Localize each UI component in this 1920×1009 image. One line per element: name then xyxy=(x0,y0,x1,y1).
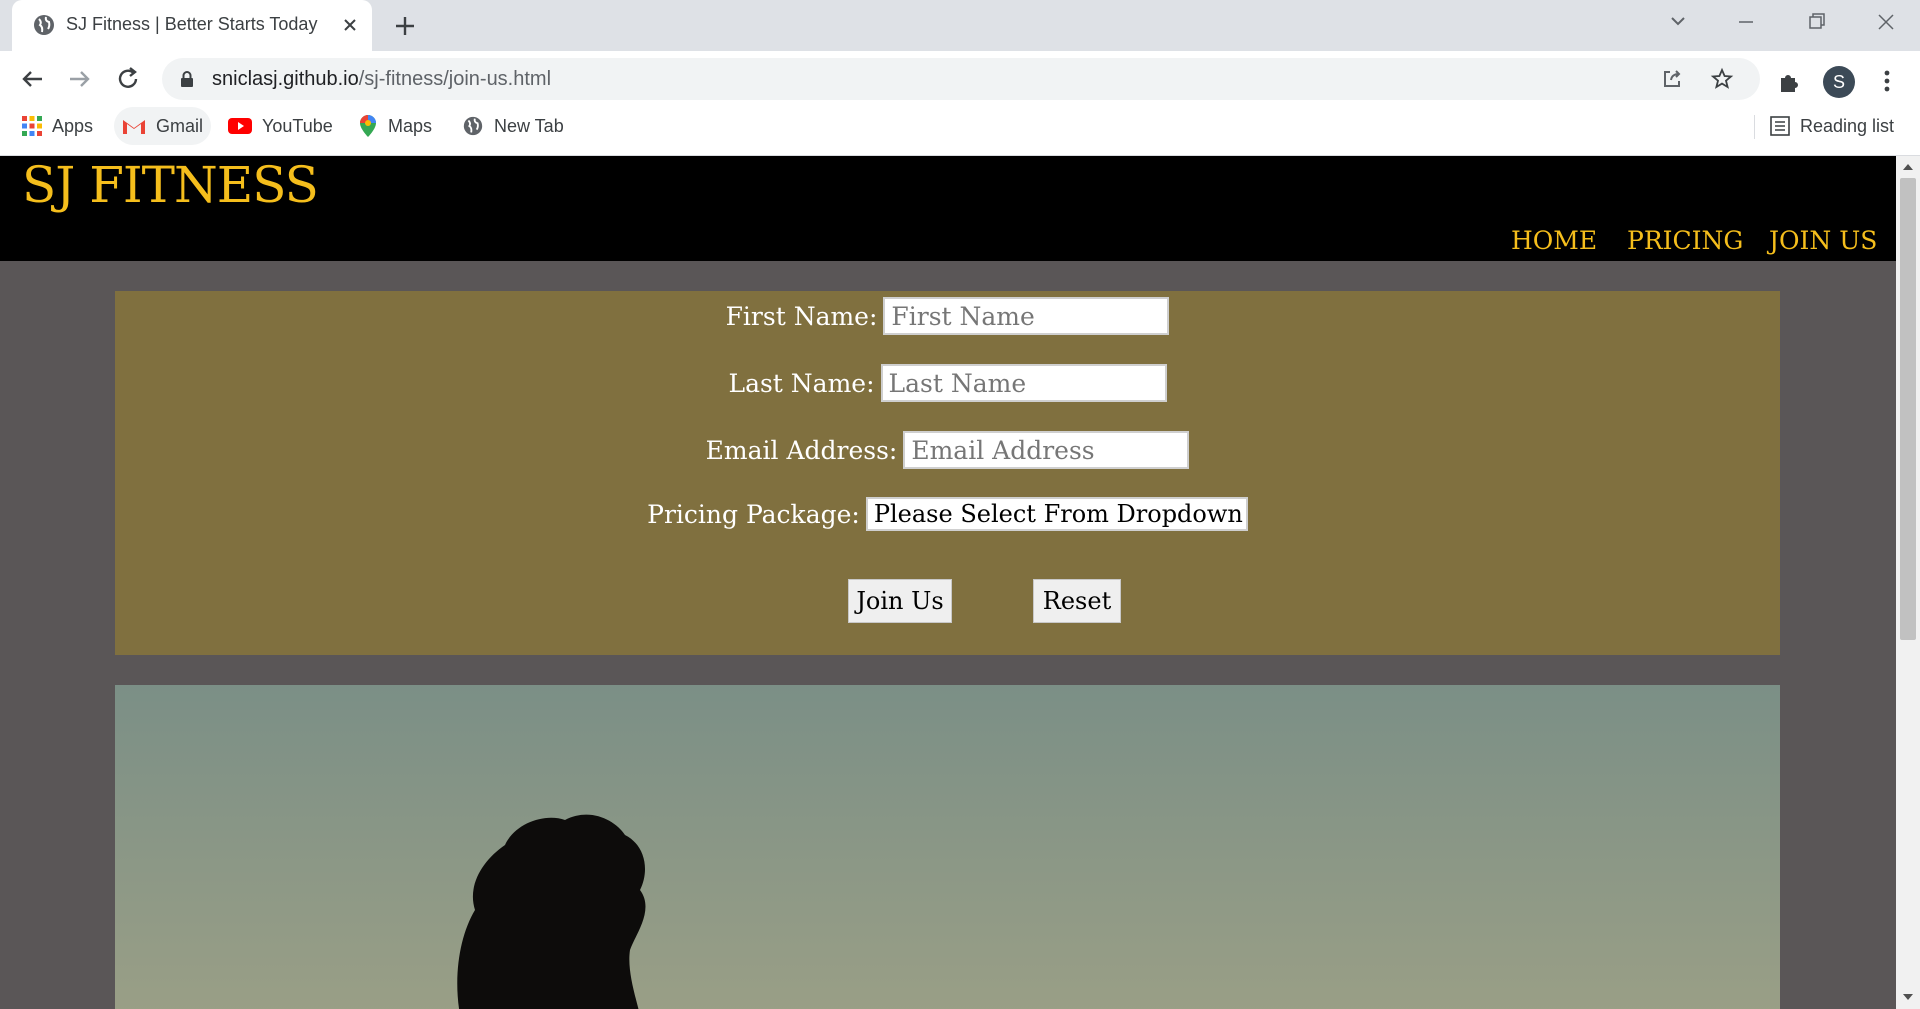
scroll-down-icon[interactable] xyxy=(1902,992,1914,1002)
menu-kebab-icon[interactable] xyxy=(1874,67,1900,95)
hero-image xyxy=(115,685,1780,1009)
bookmark-label: Apps xyxy=(52,115,94,136)
browser-tab[interactable]: SJ Fitness | Better Starts Today xyxy=(12,0,372,51)
bookmark-label: YouTube xyxy=(262,115,333,136)
last-name-row: Last Name: xyxy=(115,364,1780,402)
bookmark-label: Gmail xyxy=(156,115,204,136)
tab-strip: SJ Fitness | Better Starts Today xyxy=(0,0,1920,51)
package-selected-value: Please Select From Dropdown xyxy=(873,500,1243,528)
globe-icon xyxy=(34,15,54,35)
package-row: Pricing Package: Please Select From Drop… xyxy=(115,497,1780,531)
last-name-input[interactable] xyxy=(880,364,1167,402)
maps-pin-icon xyxy=(360,115,376,137)
bookmark-maps[interactable]: Maps xyxy=(358,107,432,145)
bookmarks-bar: Apps Gmail YouTube Maps New Tab Reading … xyxy=(0,107,1920,149)
minimize-icon[interactable] xyxy=(1728,8,1764,36)
site-header: SJ FITNESS HOME PRICING JOIN US xyxy=(0,156,1896,261)
bookmarks-separator xyxy=(1754,115,1755,139)
address-bar[interactable]: sniclasj.github.io/sj-fitness/join-us.ht… xyxy=(162,58,1760,100)
bookmark-gmail[interactable]: Gmail xyxy=(114,107,212,145)
nav-join-us[interactable]: JOIN US xyxy=(1769,226,1877,255)
site-logo[interactable]: SJ FITNESS xyxy=(22,156,319,214)
new-tab-icon[interactable] xyxy=(390,11,420,41)
nav-home[interactable]: HOME xyxy=(1511,226,1597,255)
close-tab-icon[interactable] xyxy=(337,12,363,38)
first-name-input[interactable] xyxy=(883,297,1170,335)
scroll-thumb[interactable] xyxy=(1900,178,1916,640)
scroll-up-icon[interactable] xyxy=(1902,162,1914,172)
bookmark-label: New Tab xyxy=(494,115,564,136)
browser-toolbar: sniclasj.github.io/sj-fitness/join-us.ht… xyxy=(0,51,1920,156)
tab-search-icon[interactable] xyxy=(1660,8,1696,36)
reading-list-icon xyxy=(1770,116,1790,136)
reset-button[interactable]: Reset xyxy=(1033,579,1121,623)
silhouette-figure xyxy=(115,685,1780,1009)
apps-grid-icon xyxy=(22,116,42,136)
youtube-icon xyxy=(228,118,252,134)
close-window-icon[interactable] xyxy=(1868,8,1904,36)
email-row: Email Address: xyxy=(115,431,1780,469)
restore-icon[interactable] xyxy=(1798,8,1834,36)
gmail-icon xyxy=(123,120,145,134)
reading-list-label: Reading list xyxy=(1800,115,1895,136)
package-select[interactable]: Please Select From Dropdown xyxy=(865,497,1248,531)
reload-icon[interactable] xyxy=(112,63,144,95)
bookmark-star-icon[interactable] xyxy=(1710,67,1734,91)
bookmark-apps[interactable]: Apps xyxy=(22,107,93,145)
bookmark-new-tab[interactable]: New Tab xyxy=(462,107,564,145)
bookmark-youtube[interactable]: YouTube xyxy=(228,107,333,145)
profile-avatar[interactable]: S xyxy=(1823,66,1855,98)
reading-list-button[interactable]: Reading list xyxy=(1770,107,1894,145)
package-label: Pricing Package: xyxy=(647,499,860,529)
share-icon[interactable] xyxy=(1660,67,1684,91)
last-name-label: Last Name: xyxy=(728,368,875,398)
join-form: First Name: Last Name: Email Address: Pr… xyxy=(115,291,1780,655)
back-icon[interactable] xyxy=(16,63,48,95)
join-us-button[interactable]: Join Us xyxy=(848,579,952,623)
lock-icon[interactable] xyxy=(178,70,196,88)
first-name-row: First Name: xyxy=(115,297,1780,335)
bookmark-label: Maps xyxy=(388,115,433,136)
email-label: Email Address: xyxy=(705,435,898,465)
forward-icon[interactable] xyxy=(64,63,96,95)
page-scrollbar[interactable] xyxy=(1896,156,1920,1009)
email-input[interactable] xyxy=(903,431,1190,469)
page-viewport: SJ FITNESS HOME PRICING JOIN US First Na… xyxy=(0,156,1896,1009)
globe-icon xyxy=(463,116,483,136)
nav-pricing[interactable]: PRICING xyxy=(1627,226,1743,255)
url-text[interactable]: sniclasj.github.io/sj-fitness/join-us.ht… xyxy=(212,68,551,91)
tab-title: SJ Fitness | Better Starts Today xyxy=(66,14,318,34)
first-name-label: First Name: xyxy=(725,301,878,331)
extensions-puzzle-icon[interactable] xyxy=(1776,69,1802,95)
